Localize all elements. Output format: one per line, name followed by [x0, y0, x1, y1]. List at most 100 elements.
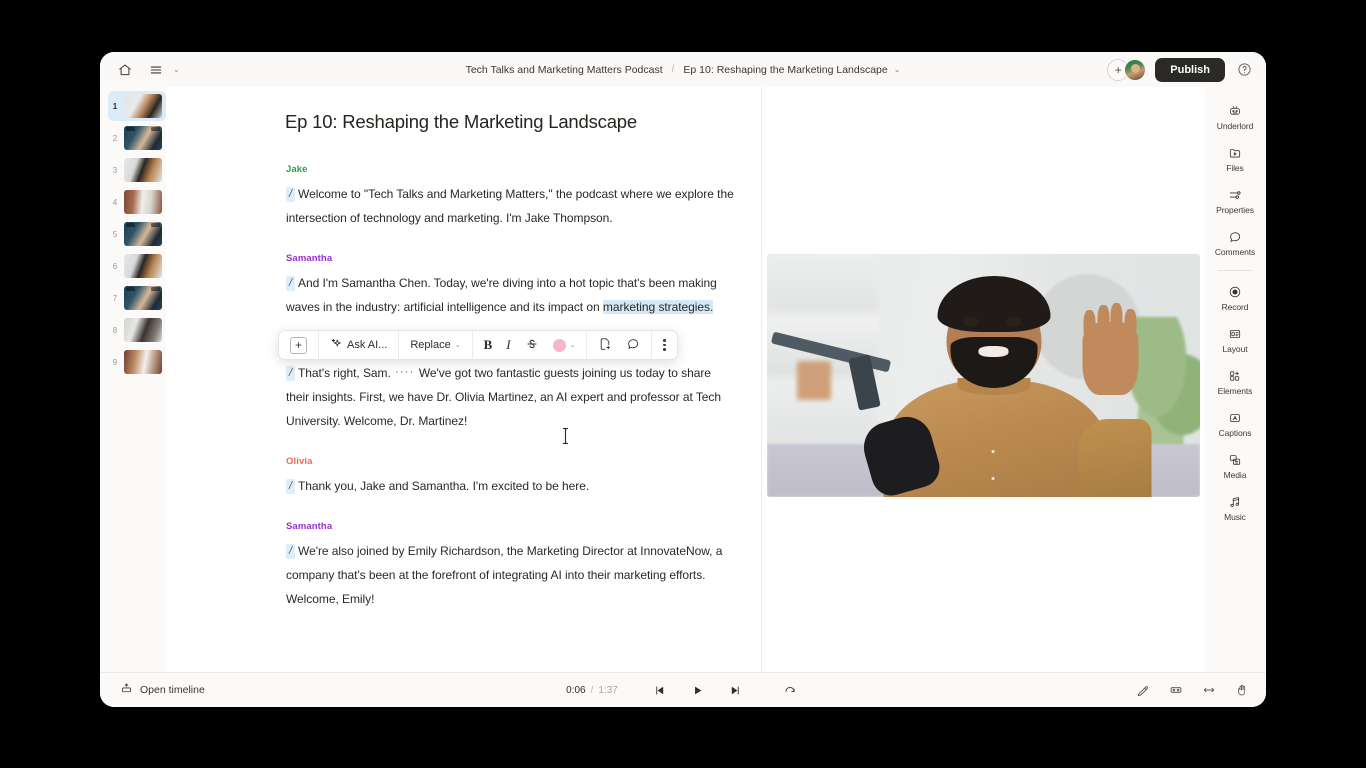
file-add-icon — [598, 337, 612, 354]
transcript-paragraph[interactable]: / We're also joined by Emily Richardson, … — [286, 539, 735, 611]
tool-label: Captions — [1218, 428, 1252, 438]
skip-previous-icon[interactable] — [650, 680, 670, 700]
sparkle-icon — [330, 337, 343, 353]
tool-record[interactable]: Record — [1207, 278, 1263, 316]
transcript-paragraph[interactable]: / Thank you, Jake and Samantha. I'm excit… — [286, 474, 735, 498]
chevron-down-icon: ⌄ — [893, 65, 901, 74]
play-icon[interactable] — [688, 680, 708, 700]
scene-item[interactable]: 5 — [108, 219, 166, 249]
open-timeline-button[interactable]: Open timeline — [114, 679, 211, 701]
italic-button[interactable]: I — [499, 334, 517, 356]
scene-number: 8 — [112, 325, 118, 335]
highlight-color-button[interactable]: ⌄ — [546, 334, 583, 356]
paragraph-marker[interactable]: / — [286, 479, 296, 494]
tool-label: Media — [1223, 470, 1247, 480]
transcript-paragraph[interactable]: / And I'm Samantha Chen. Today, we're div… — [286, 271, 735, 319]
scene-item[interactable]: 4 — [108, 187, 166, 217]
create-clip-button[interactable] — [591, 334, 619, 356]
scene-item[interactable]: 3 — [108, 155, 166, 185]
transcript-paragraph[interactable]: / Welcome to "Tech Talks and Marketing Ma… — [286, 182, 735, 230]
loop-icon[interactable] — [780, 680, 800, 700]
scene-number: 1 — [112, 101, 118, 111]
range-tool-icon[interactable] — [1166, 680, 1186, 700]
more-group — [652, 331, 677, 359]
more-options-button[interactable] — [656, 334, 673, 356]
home-icon[interactable] — [114, 59, 136, 81]
transcript-block: Samantha / We're also joined by Emily Ric… — [286, 521, 735, 611]
hand-tool-icon[interactable] — [1232, 680, 1252, 700]
header-right-controls: + Publish — [1107, 57, 1254, 82]
speaker-label[interactable]: Olivia — [286, 456, 735, 467]
strikethrough-button[interactable] — [518, 334, 546, 356]
transcript-panel[interactable]: Ep 10: Reshaping the Marketing Landscape… — [166, 87, 762, 672]
scene-item[interactable]: 6 — [108, 251, 166, 281]
paragraph-marker[interactable]: / — [286, 544, 296, 559]
help-icon[interactable] — [1234, 60, 1254, 80]
tool-label: Record — [1221, 302, 1249, 312]
app-window: ⌄ Tech Talks and Marketing Matters Podca… — [100, 52, 1266, 707]
italic-label: I — [506, 337, 511, 352]
timeline-icon — [120, 682, 133, 698]
scene-item[interactable]: 1 — [108, 91, 166, 121]
speaker-label[interactable]: Samantha — [286, 521, 735, 532]
transcript-paragraph[interactable]: / That's right, Sam. ···· We've got two f… — [286, 360, 735, 433]
replace-label: Replace — [410, 339, 451, 351]
video-preview[interactable] — [766, 254, 1200, 497]
tool-properties[interactable]: Properties — [1207, 181, 1263, 219]
layout-icon — [1228, 326, 1242, 341]
time-separator: / — [590, 684, 594, 696]
text-format-toolbar[interactable]: + Ask AI... Replace ⌄ B I ⌄ — [278, 330, 678, 360]
mic-boom-arm — [771, 331, 892, 373]
add-comment-button[interactable] — [619, 334, 647, 356]
footer-tools — [1133, 680, 1252, 700]
captions-icon — [1228, 410, 1242, 425]
more-options-icon — [663, 339, 666, 351]
paragraph-marker[interactable]: / — [286, 187, 296, 202]
video-preview-panel[interactable] — [762, 87, 1204, 672]
hamburger-menu-icon[interactable] — [145, 59, 167, 81]
ask-ai-button[interactable]: Ask AI... — [323, 334, 394, 356]
menu-chevron-down-icon[interactable]: ⌄ — [173, 65, 180, 74]
speaker-label[interactable]: Jake — [286, 164, 735, 175]
replace-dropdown[interactable]: Replace ⌄ — [403, 334, 467, 356]
header-left-controls: ⌄ — [100, 59, 180, 81]
gap-indicator[interactable]: ···· — [395, 360, 414, 384]
selected-text[interactable]: marketing strategies. — [602, 300, 713, 314]
tool-media[interactable]: Media — [1207, 446, 1263, 484]
presenter-waving-hand — [1082, 303, 1139, 395]
scene-item[interactable]: 9 — [108, 347, 166, 377]
tool-captions[interactable]: Captions — [1207, 404, 1263, 442]
breadcrumb-episode[interactable]: Ep 10: Reshaping the Marketing Landscape… — [683, 64, 900, 76]
scene-thumbnail — [123, 254, 162, 278]
scene-item[interactable]: 7 — [108, 283, 166, 313]
resize-tool-icon[interactable] — [1199, 680, 1219, 700]
paragraph-marker[interactable]: / — [286, 366, 296, 381]
rail-divider — [1218, 270, 1252, 271]
tool-comments[interactable]: Comments — [1207, 223, 1263, 261]
scene-item[interactable]: 2 — [108, 123, 166, 153]
tool-music[interactable]: Music — [1207, 488, 1263, 526]
cut-tool-icon[interactable] — [1133, 680, 1153, 700]
tool-files[interactable]: Files — [1207, 139, 1263, 177]
scene-list[interactable]: 1 2 3 4 5 6 7 8 9 — [100, 87, 166, 672]
skip-next-icon[interactable] — [726, 680, 746, 700]
avatar[interactable] — [1124, 58, 1147, 81]
publish-button[interactable]: Publish — [1155, 57, 1225, 82]
scene-number: 2 — [112, 133, 118, 143]
breadcrumb-project-title[interactable]: Tech Talks and Marketing Matters Podcast — [466, 64, 663, 76]
scene-thumbnail — [123, 286, 162, 310]
scene-item[interactable]: 8 — [108, 315, 166, 345]
sliders-icon — [1228, 187, 1242, 202]
bold-button[interactable]: B — [477, 334, 500, 356]
paragraph-text: Thank you, Jake and Samantha. I'm excite… — [298, 479, 590, 493]
replace-group: Replace ⌄ — [399, 331, 471, 359]
tool-label: Comments — [1214, 247, 1256, 257]
tool-elements[interactable]: Elements — [1207, 362, 1263, 400]
paragraph-marker[interactable]: / — [286, 276, 296, 291]
tool-layout[interactable]: Layout — [1207, 320, 1263, 358]
speaker-label[interactable]: Samantha — [286, 253, 735, 264]
total-time: 1:37 — [598, 684, 618, 696]
add-block-button[interactable]: + — [283, 334, 314, 356]
tool-underlord[interactable]: Underlord — [1207, 97, 1263, 135]
current-time: 0:06 — [566, 684, 586, 696]
